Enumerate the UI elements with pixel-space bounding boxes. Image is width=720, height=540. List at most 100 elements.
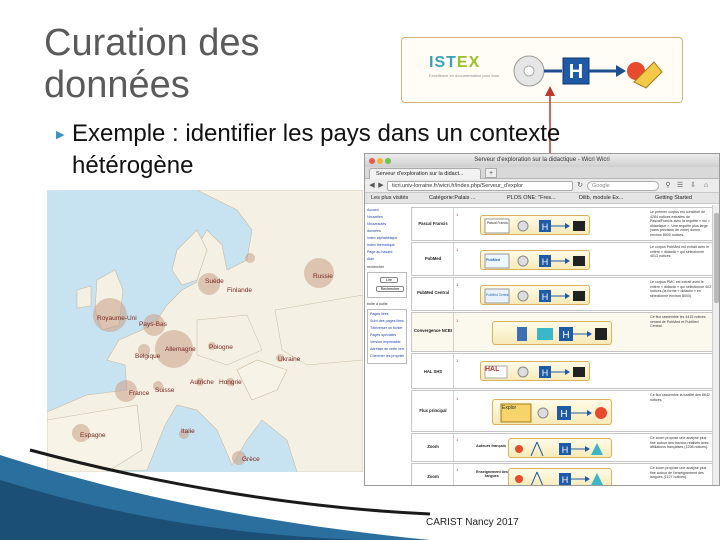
sidebar-item-index-alpha[interactable]: Index alphabétique [367, 236, 407, 240]
pipeline-cell: H HAL [474, 354, 644, 388]
pipeline-source-label: PubMed Central [486, 293, 510, 297]
row-number: 1 [456, 358, 459, 363]
title-line-1: Curation des [44, 22, 260, 64]
search-icon[interactable]: ⚲ [663, 181, 673, 191]
hal-logo: HAL [485, 366, 500, 373]
map-label-ukraine: Ukraine [278, 356, 301, 363]
svg-text:H: H [562, 330, 569, 341]
home-icon[interactable]: ⌂ [701, 181, 711, 191]
row-label-cell: PubMed Central [412, 278, 454, 310]
map-label-suede: Suède [205, 278, 224, 285]
close-window-icon[interactable] [369, 158, 375, 164]
row-index: 1 [454, 278, 474, 310]
svg-text:H: H [542, 257, 549, 267]
tool-item[interactable]: Pages liées [370, 312, 404, 316]
bookmark-dilib[interactable]: Dilib, module Ex... [579, 193, 623, 204]
map-label-hongrie: Hongrie [219, 379, 242, 386]
row-description: Le corpus PMC est extrait avec le critèr… [650, 280, 712, 298]
row-number: 1 [456, 318, 459, 323]
row-label: PubMed Central [417, 290, 449, 295]
scroll-thumb[interactable] [714, 213, 719, 303]
bookmark-getting-started[interactable]: Getting Started [655, 193, 692, 204]
map-label-allemagne: Allemagne [165, 346, 196, 353]
sidebar-item-accueil[interactable]: Accueil [367, 208, 407, 212]
new-tab-button[interactable]: + [485, 168, 497, 178]
row-description: Le corpus PubMed est extrait avec le cri… [650, 245, 710, 259]
tools-box: Pages liées Suivi des pages liées Téléve… [367, 309, 407, 364]
row-label: Pascal Francis [418, 221, 448, 226]
forward-arrow-icon[interactable]: ▶ [376, 181, 386, 191]
bullet-arrow-icon: ▶ [56, 129, 65, 141]
tools-label: boîte à outils [367, 302, 388, 306]
minimize-window-icon[interactable] [377, 158, 383, 164]
tool-item[interactable]: Adresse de cette version [370, 347, 404, 351]
tool-item[interactable]: Téléverser un fichier [370, 326, 404, 330]
row-index: 1 [454, 391, 474, 431]
footer-text: CARIST Nancy 2017 [426, 517, 519, 528]
row-label-cell: PubMed [412, 243, 454, 275]
row-description: Ce flux rassemble la totalité des 8642 n… [650, 393, 710, 402]
search-label: rechercher [367, 265, 385, 269]
pipeline-cell: H Pascal Francis [474, 208, 644, 240]
pipeline-bar[interactable]: H [492, 399, 612, 425]
row-label: Convergence NCBI [414, 328, 452, 333]
map-label-italie: Italie [181, 428, 195, 435]
pipeline-bar[interactable]: H [480, 215, 590, 235]
decorative-swoosh [0, 448, 431, 540]
row-description [648, 354, 714, 388]
row-label-cell: Pascal Francis [412, 208, 454, 240]
tool-item[interactable]: Chercher les propriétés [370, 354, 404, 358]
row-label: HAL SHS [423, 369, 443, 374]
row-number: 1 [456, 212, 459, 217]
bookmark-most-visited[interactable]: Les plus visités [371, 193, 408, 204]
search-button[interactable]: Rechercher [376, 286, 404, 292]
map-land [47, 190, 363, 472]
row-index: 1 [454, 313, 474, 351]
browser-titlebar: Serveur d'exploration sur la didactique … [365, 154, 719, 167]
slide-title: Curation des données [44, 22, 364, 106]
pipeline-cell: H [474, 313, 644, 351]
read-button[interactable]: Lire [380, 277, 398, 283]
navigation-bar: ◀ ▶ ticri.univ-lorraine.fr/wicri.fr/inde… [365, 179, 719, 193]
zoom-window-icon[interactable] [385, 158, 391, 164]
pipeline-source-label: PubMed [486, 258, 500, 262]
table-row: Convergence NCBI 1 H Ce flux rassemble l… [411, 312, 713, 352]
explor-label: Explor [502, 405, 517, 411]
map-label-espagne: Espagne [80, 432, 106, 439]
sidebar-item-index-thema[interactable]: Index thématique [367, 243, 407, 247]
tool-item[interactable]: Version imprimable [370, 340, 404, 344]
sidebar-item-nouvelles[interactable]: Nouvelles [367, 215, 407, 219]
istex-logo-b: EX [456, 54, 481, 71]
row-index: 1 [454, 208, 474, 240]
sidebar-item-aide[interactable]: Aide [367, 257, 407, 261]
reload-icon[interactable]: ↻ [575, 181, 585, 191]
bullet-line-1: Exemple : identifier les pays dans un co… [72, 120, 561, 147]
pipeline-source-label: Pascal Francis [487, 221, 508, 225]
bookmark-menu-icon[interactable]: ☰ [675, 181, 685, 191]
search-box: Lire Rechercher [367, 272, 407, 298]
table-row: HAL SHS 1 H HAL [411, 353, 713, 389]
sidebar-item-random[interactable]: Page au hasard [367, 250, 407, 254]
browser-tab[interactable]: Serveur d'exploration sur la didact... [369, 168, 481, 179]
row-index: 1 [454, 243, 474, 275]
table-row: Flux principal 1 H Explor Ce flux rassem… [411, 390, 713, 432]
svg-text:H: H [542, 368, 549, 378]
row-label: Flux principal [419, 408, 447, 413]
svg-text:H: H [542, 292, 549, 302]
row-label-cell: Convergence NCBI [412, 313, 454, 351]
download-icon[interactable]: ⇩ [688, 181, 698, 191]
search-input[interactable]: Google [587, 181, 659, 191]
row-description: Le premier corpus est constitué de 4284 … [650, 210, 711, 237]
pipeline-bar[interactable]: H [492, 321, 612, 345]
row-number: 1 [456, 396, 459, 401]
map-label-suisse: Suisse [155, 387, 175, 394]
url-input[interactable]: ticri.univ-lorraine.fr/wicri.fr/index.ph… [387, 181, 573, 191]
svg-text:H: H [560, 409, 567, 420]
tool-item[interactable]: Pages spéciales [370, 333, 404, 337]
bookmark-plos-one[interactable]: PLOS ONE: "Fres... [507, 193, 556, 204]
bookmark-categorie-palais[interactable]: Catégorie:Palais ... [429, 193, 475, 204]
table-row: PubMed Central 1 H PubMed Central Le cor… [411, 277, 713, 311]
tool-item[interactable]: Suivi des pages liées [370, 319, 404, 323]
sidebar-item-donnees[interactable]: données [367, 229, 407, 233]
sidebar-item-nouveautes[interactable]: Nouveautés [367, 222, 407, 226]
